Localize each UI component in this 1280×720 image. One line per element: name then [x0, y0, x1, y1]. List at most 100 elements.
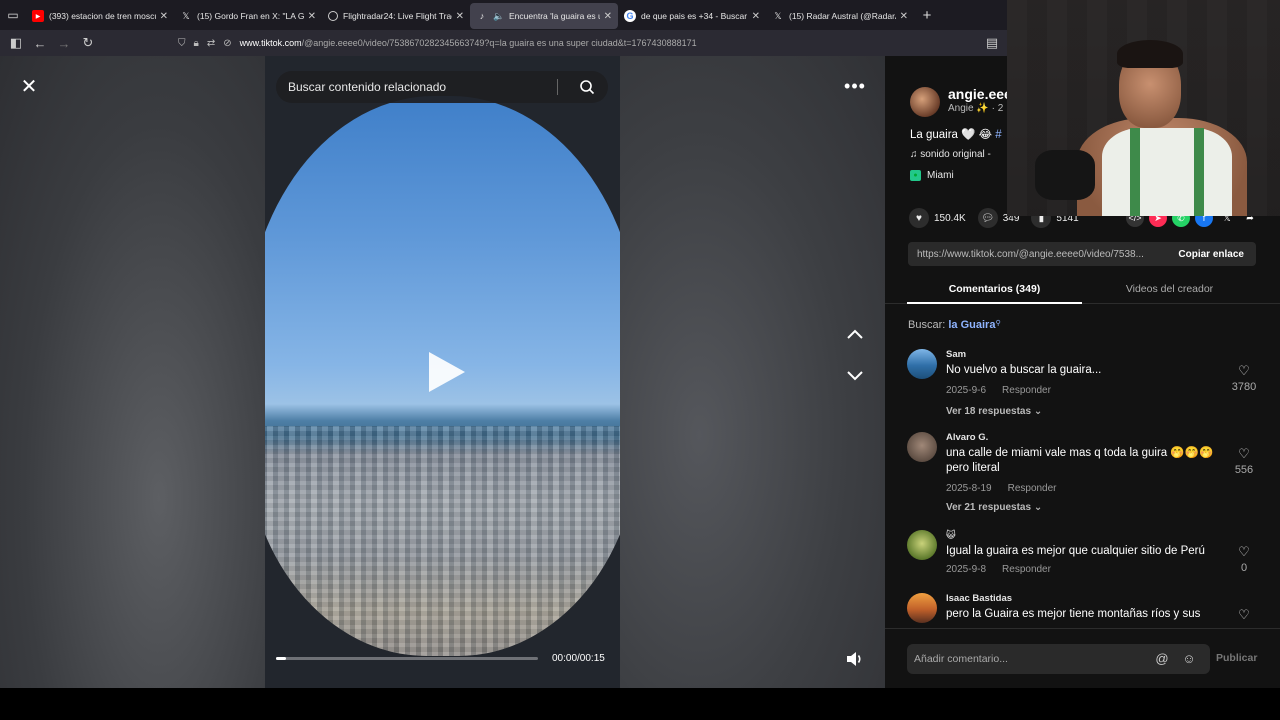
comment-author[interactable]: Isaac Bastidas [946, 593, 1012, 604]
volume-icon[interactable] [842, 647, 868, 671]
play-icon[interactable] [425, 350, 467, 394]
reply-button[interactable]: Responder [1002, 564, 1051, 575]
comment-date: 2025-8-19 [946, 483, 992, 494]
close-icon[interactable]: ✕ [15, 72, 43, 100]
youtube-icon: ▶ [32, 10, 44, 22]
reply-button[interactable]: Responder [1002, 385, 1051, 396]
emoji-icon[interactable]: ☺ [1181, 650, 1197, 666]
comment-input-placeholder: Añadir comentario... [914, 653, 1008, 665]
new-tab-button[interactable]: + [914, 7, 940, 24]
close-tab-icon[interactable]: ✕ [752, 11, 760, 22]
close-tab-icon[interactable]: ✕ [456, 11, 464, 22]
next-video-icon[interactable] [841, 362, 869, 390]
search-suggestion-term[interactable]: la Guaira [948, 319, 995, 331]
close-tab-icon[interactable]: ✕ [604, 11, 612, 22]
speaker-icon[interactable]: 🔈 [493, 10, 505, 22]
sound-link[interactable]: ♫ sonido original - [910, 149, 991, 160]
copy-link-field[interactable]: https://www.tiktok.com/@angie.eeee0/vide… [908, 242, 1256, 266]
close-tab-icon[interactable]: ✕ [160, 11, 168, 22]
heart-outline-icon: ♡ [1238, 544, 1250, 559]
comment-meta: 2025-8-19 Responder [946, 483, 1073, 494]
like-button[interactable]: ♥ 150.4K [909, 208, 966, 228]
video-progress-fill [276, 657, 287, 660]
search-suggestion: Buscar: la Guaira⚲ [908, 319, 1001, 331]
avatar[interactable] [907, 432, 937, 462]
browser-tab[interactable]: 𝕏 (15) Gordo Fran en X: "LA GENT ✕ [174, 3, 322, 29]
author-handle[interactable]: angie.eee [948, 86, 1012, 102]
heart-outline-icon: ♡ [1238, 363, 1250, 378]
comment-item: Alvaro G. una calle de miami vale mas q … [907, 432, 1262, 513]
tab-creator-videos[interactable]: Videos del creador [1082, 276, 1257, 303]
browser-tab[interactable]: ▶ (393) estacion de tren moscu - Y ✕ [26, 3, 174, 29]
browser-tab[interactable]: Flightradar24: Live Flight Tracke ✕ [322, 3, 470, 29]
browser-tab-active[interactable]: ♪ 🔈 Encuentra 'la guaira es una ✕ [470, 3, 618, 29]
comment-author[interactable]: Sam [946, 349, 966, 360]
like-count: 150.4K [934, 212, 966, 224]
location-label: Miami [927, 170, 954, 181]
avatar[interactable] [910, 87, 940, 117]
search-icon[interactable] [578, 78, 596, 96]
comment-author[interactable]: 😺 [946, 530, 956, 541]
view-replies-button[interactable]: Ver 18 respuestas ⌄ [946, 406, 1042, 417]
comment-like-button[interactable]: ♡ 3780 [1229, 363, 1259, 393]
comment-composer: Añadir comentario... @ ☺ Publicar [885, 628, 1280, 688]
avatar[interactable] [907, 530, 937, 560]
reload-icon[interactable]: ↻ [76, 31, 100, 55]
comment-author[interactable]: Alvaro G. [946, 432, 988, 443]
video-link: https://www.tiktok.com/@angie.eeee0/vide… [917, 248, 1144, 260]
heart-outline-icon: ♡ [1238, 607, 1250, 622]
reply-button[interactable]: Responder [1008, 483, 1057, 494]
avatar[interactable] [907, 349, 937, 379]
tab-title: (15) Gordo Fran en X: "LA GENT [197, 11, 304, 21]
browser-tab[interactable]: G de que pais es +34 - Buscar con ✕ [618, 3, 766, 29]
comment-text: Igual la guaira es mejor que cualquier s… [946, 545, 1205, 557]
back-icon[interactable]: ← [28, 31, 52, 55]
comment-item: Isaac Bastidas pero la Guaira es mejor t… [907, 593, 1262, 628]
tab-list-icon[interactable]: ▭ [0, 0, 26, 30]
mention-icon[interactable]: @ [1154, 650, 1170, 666]
view-replies-button[interactable]: Ver 21 respuestas ⌄ [946, 502, 1042, 513]
reader-view-icon[interactable]: ▤ [980, 31, 1004, 55]
permissions-icon[interactable]: ⇄ [207, 38, 215, 49]
comment-like-button[interactable]: ♡ [1229, 607, 1259, 623]
video-caption: La guaira 🤍 😂 # [910, 127, 1002, 141]
comment-date: 2025-9-8 [946, 564, 987, 575]
browser-nav-bar: ◧ ← → ↻ ⛉ 🔒︎ ⇄ ⊘ www.tiktok.com/@angie.e… [0, 30, 1010, 56]
city-skyline [265, 426, 620, 656]
address-bar[interactable]: ⛉ 🔒︎ ⇄ ⊘ www.tiktok.com/@angie.eeee0/vid… [178, 32, 978, 54]
tab-title: Encuentra 'la guaira es una [509, 11, 600, 21]
copy-link-button[interactable]: Copiar enlace [1178, 249, 1256, 260]
more-options-icon[interactable]: ••• [840, 74, 870, 98]
comment-item: Sam No vuelvo a buscar la guaira... 2025… [907, 349, 1262, 419]
author-display-name: Angie ✨ · 2 [948, 103, 1004, 114]
comment-input[interactable]: Añadir comentario... @ ☺ [907, 644, 1210, 674]
browser-tab[interactable]: 𝕏 (15) Radar Austral (@RadarAustr ✕ [766, 3, 914, 29]
autoplay-blocked-icon[interactable]: ⊘ [223, 38, 231, 49]
location-pin-icon: ● [910, 170, 921, 181]
heart-outline-icon: ♡ [1238, 446, 1250, 461]
lock-icon[interactable]: 🔒︎ [194, 38, 199, 49]
location-tag[interactable]: ● Miami [910, 170, 954, 181]
search-divider [557, 79, 558, 95]
webcam-overlay [1007, 0, 1280, 216]
publish-button[interactable]: Publicar [1216, 652, 1257, 664]
caption-hashtag[interactable]: # [995, 129, 1001, 141]
comment-like-button[interactable]: ♡ 556 [1229, 446, 1259, 476]
close-tab-icon[interactable]: ✕ [900, 11, 908, 22]
avatar[interactable] [907, 593, 937, 623]
tab-comments[interactable]: Comentarios (349) [907, 276, 1082, 304]
jersey-stripe [1130, 128, 1140, 216]
comment-like-count: 556 [1234, 464, 1254, 476]
close-tab-icon[interactable]: ✕ [308, 11, 316, 22]
x-icon: 𝕏 [182, 10, 190, 21]
forward-icon[interactable]: → [52, 31, 76, 55]
google-icon: G [624, 10, 636, 22]
video-player[interactable]: Buscar contenido relacionado 00:00/00:15 [265, 56, 620, 688]
shield-icon[interactable]: ⛉ [178, 38, 186, 49]
related-search-input[interactable]: Buscar contenido relacionado [276, 71, 608, 103]
tab-title: (15) Radar Austral (@RadarAustr [789, 11, 896, 21]
sidebar-icon[interactable]: ◧ [4, 31, 28, 55]
video-progress-bar[interactable] [276, 657, 538, 660]
previous-video-icon[interactable] [841, 320, 869, 348]
comment-like-button[interactable]: ♡ 0 [1229, 544, 1259, 574]
